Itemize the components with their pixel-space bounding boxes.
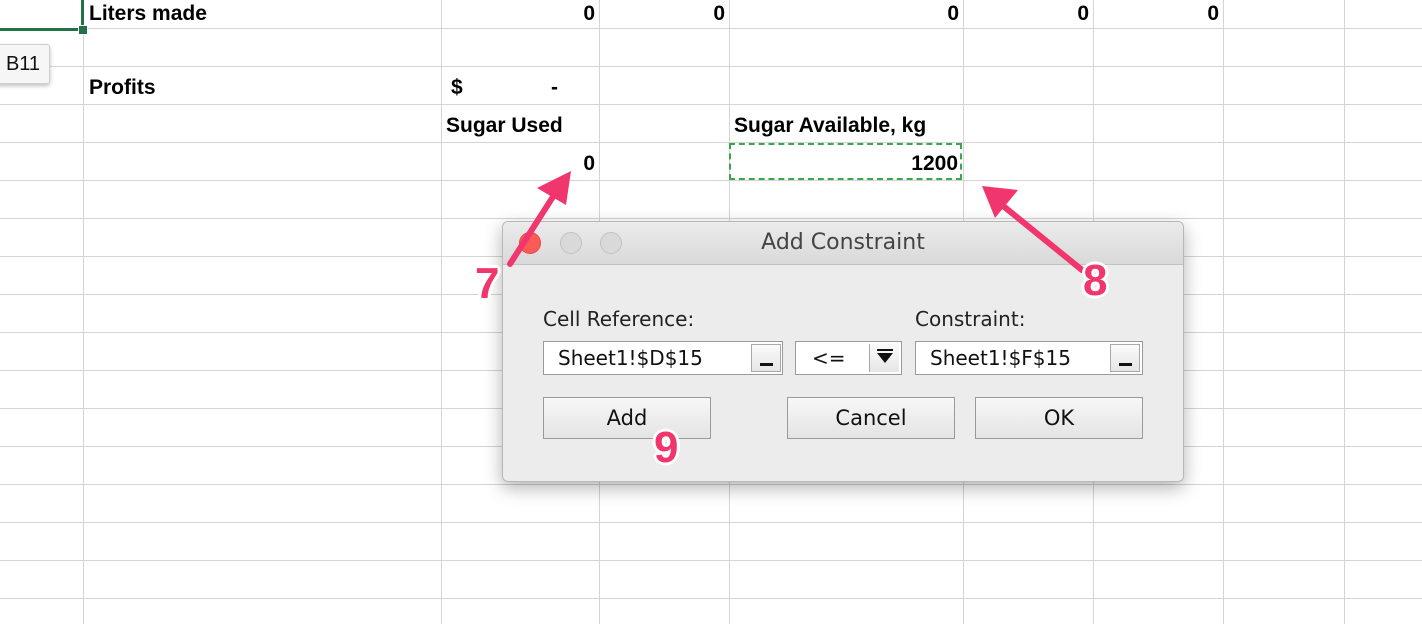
step-9-label: 9 xyxy=(654,423,679,472)
cell-liters-made-label[interactable]: Liters made xyxy=(89,3,207,24)
grid-row-line xyxy=(0,180,1422,181)
minimize-window-button[interactable] xyxy=(560,232,582,254)
cell-sugar-used-value[interactable]: 0 xyxy=(441,153,595,174)
collapse-dialog-icon xyxy=(760,363,773,366)
ok-button[interactable]: OK xyxy=(975,397,1143,439)
operator-value: <= xyxy=(812,346,846,370)
grid-column-line xyxy=(1223,0,1224,624)
constraint-collapse-button[interactable] xyxy=(1110,344,1140,372)
cell-sugar-used-header[interactable]: Sugar Used xyxy=(446,115,563,136)
step-7-label: 7 xyxy=(475,259,500,308)
add-button[interactable]: Add xyxy=(543,397,711,439)
grid-row-line xyxy=(0,598,1422,599)
cell-liters-made-value[interactable]: 0 xyxy=(441,3,595,24)
grid-row-line xyxy=(0,484,1422,485)
grid-row-line xyxy=(0,142,1422,143)
collapse-dialog-icon xyxy=(1119,363,1132,366)
constraint-field[interactable]: Sheet1!$F$15 xyxy=(915,341,1143,375)
constraint-label: Constraint: xyxy=(915,307,1026,331)
constraint-value: Sheet1!$F$15 xyxy=(930,346,1071,370)
cell-reference-collapse-button[interactable] xyxy=(751,344,781,372)
grid-column-line xyxy=(1344,0,1345,624)
grid-row-line xyxy=(0,522,1422,523)
cell-liters-made-value[interactable]: 0 xyxy=(729,3,959,24)
grid-row-line xyxy=(0,104,1422,105)
cell-liters-made-value[interactable]: 0 xyxy=(963,3,1089,24)
cell-profits-label[interactable]: Profits xyxy=(89,77,156,98)
add-constraint-dialog: Add Constraint Cell Reference: Constrain… xyxy=(502,221,1184,482)
grid-column-line xyxy=(441,0,442,624)
cell-profits-currency[interactable]: $ xyxy=(451,77,463,98)
cell-reference-field[interactable]: Sheet1!$D$15 xyxy=(543,341,783,375)
cell-sugar-available-value[interactable]: 1200 xyxy=(729,153,958,174)
grid-row-line xyxy=(0,218,1422,219)
cell-sugar-available-header[interactable]: Sugar Available, kg xyxy=(734,115,926,136)
dropdown-bar-icon xyxy=(877,349,893,351)
operator-select[interactable]: <= xyxy=(795,341,902,375)
grid-row-line xyxy=(0,560,1422,561)
cell-liters-made-value[interactable]: 0 xyxy=(599,3,725,24)
cell-reference-value: Sheet1!$D$15 xyxy=(558,346,703,370)
name-box[interactable]: B11 xyxy=(0,44,50,84)
close-window-button[interactable] xyxy=(519,232,541,254)
step-8-label: 8 xyxy=(1083,256,1108,305)
dialog-titlebar[interactable]: Add Constraint xyxy=(503,222,1183,265)
chevron-down-icon xyxy=(877,353,893,363)
cell-liters-made-value[interactable]: 0 xyxy=(1093,3,1219,24)
active-cell-border xyxy=(0,28,82,31)
fill-handle[interactable] xyxy=(78,25,88,35)
grid-column-line xyxy=(83,0,84,624)
cancel-button[interactable]: Cancel xyxy=(787,397,955,439)
grid-row-line xyxy=(0,66,1422,67)
dropdown-arrow-button[interactable] xyxy=(869,344,899,372)
cell-reference-label: Cell Reference: xyxy=(543,307,695,331)
zoom-window-button[interactable] xyxy=(600,232,622,254)
cell-profits-value[interactable]: - xyxy=(551,77,558,98)
grid-row-line xyxy=(0,28,1422,29)
